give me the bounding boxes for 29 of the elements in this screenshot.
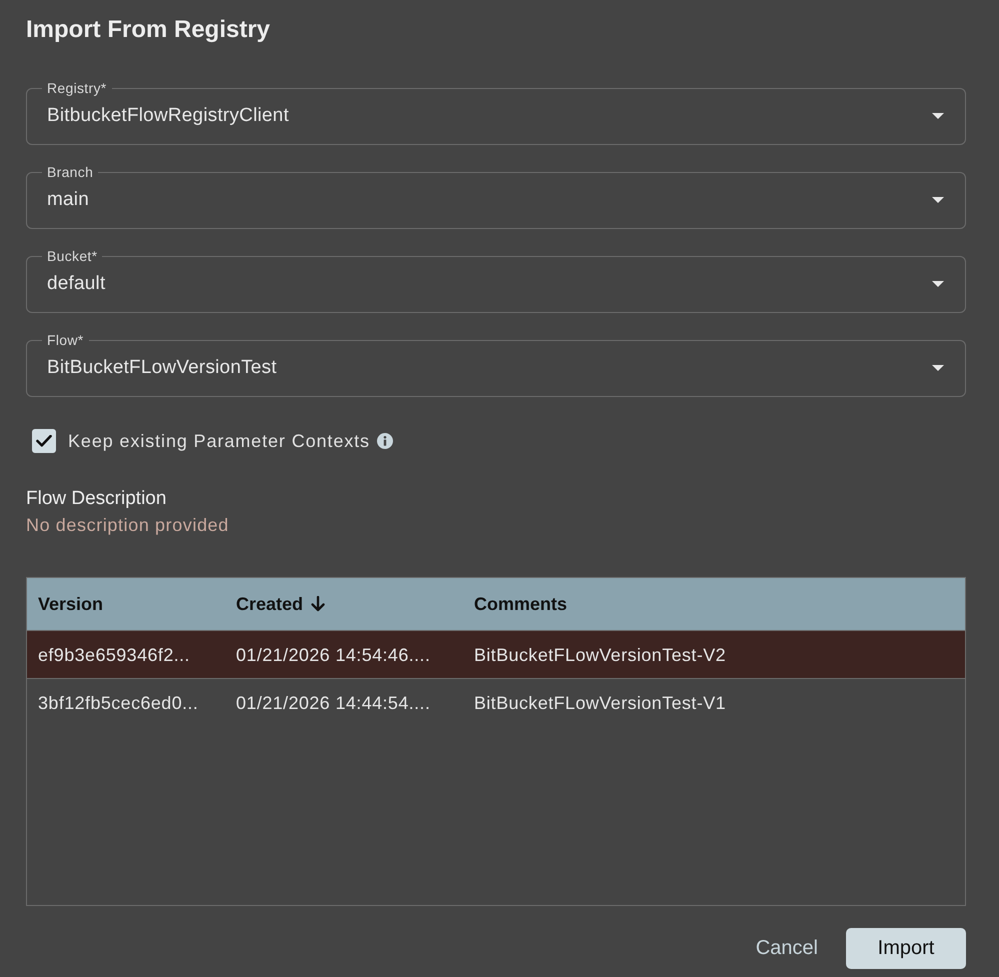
table-row[interactable]: 3bf12fb5cec6ed0... 01/21/2026 14:44:54.... BitBucketFLowVersionTest-V1 xyxy=(27,679,965,726)
table-cell-text: 3bf12fb5cec6ed0... xyxy=(37,692,200,714)
table-row[interactable]: ef9b3e659346f2... 01/21/2026 14:54:46.... BitBucketFLowVersionTest-V2 xyxy=(27,631,965,679)
section-heading: Flow Description xyxy=(26,487,166,511)
description-text: No description provided xyxy=(26,514,229,537)
cancel-button[interactable]: Cancel xyxy=(754,929,820,968)
caret-icon xyxy=(932,281,944,287)
table-cell-text: ef9b3e659346f2... xyxy=(37,644,191,666)
caret-icon xyxy=(932,113,944,119)
table-cell-text: 01/21/2026 14:44:54.... xyxy=(235,692,432,714)
dropdown-field[interactable]: Branch main xyxy=(26,164,966,229)
caret-icon xyxy=(932,197,944,203)
arrow-down-icon xyxy=(311,596,326,612)
checkbox[interactable] xyxy=(32,429,56,453)
table-cell-text: BitBucketFLowVersionTest-V2 xyxy=(473,644,727,666)
info-icon[interactable] xyxy=(376,433,393,449)
dropdown-field[interactable]: Bucket* default xyxy=(26,248,966,313)
caret-icon xyxy=(932,365,944,371)
dropdown-field[interactable]: Registry* BitbucketFlowRegistryClient xyxy=(26,80,966,145)
column-header[interactable]: Comments xyxy=(463,578,965,630)
checkbox-label[interactable]: Keep existing Parameter Contexts xyxy=(68,429,370,453)
column-header[interactable]: Version xyxy=(27,578,225,630)
dropdown-field[interactable]: Flow* BitBucketFLowVersionTest xyxy=(26,332,966,397)
column-header[interactable]: Created xyxy=(225,578,463,630)
table-cell-text: 01/21/2026 14:54:46.... xyxy=(235,644,432,666)
import-button[interactable]: Import xyxy=(846,928,966,969)
checkmark-icon xyxy=(36,435,52,447)
table-cell-text: BitBucketFLowVersionTest-V1 xyxy=(473,692,727,714)
dialog-title: Import From Registry xyxy=(26,15,270,45)
